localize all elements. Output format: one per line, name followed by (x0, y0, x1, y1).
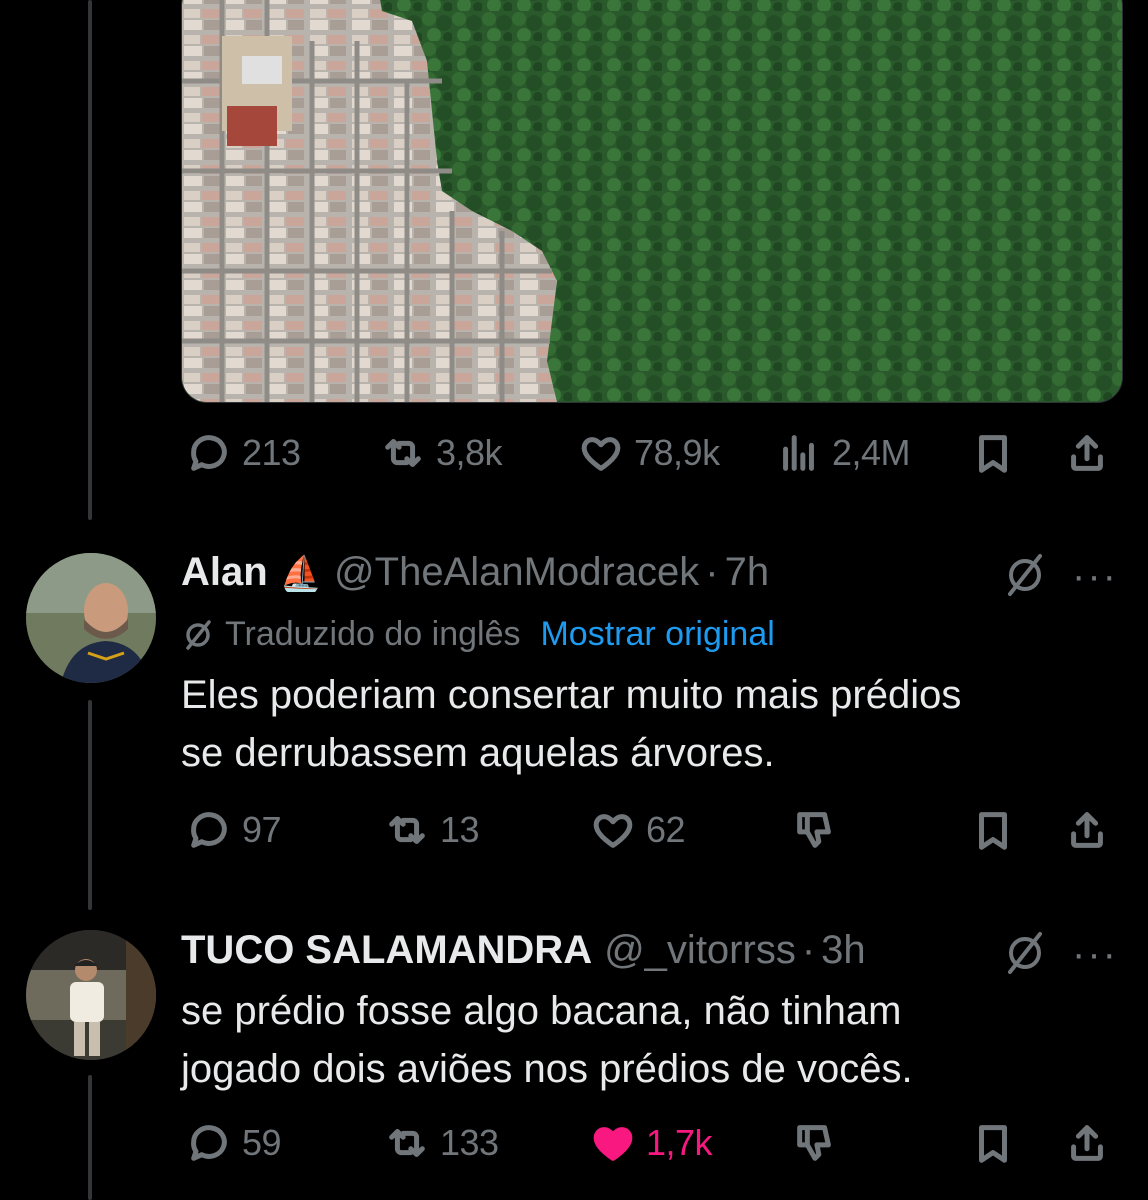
share-button[interactable] (1064, 428, 1110, 478)
post-time[interactable]: 7h (725, 550, 770, 595)
user-handle[interactable]: @_vitorrss (604, 928, 796, 973)
reply-bubble-icon (191, 812, 227, 848)
grok-slash-icon (1008, 554, 1042, 596)
repost-icon (385, 439, 421, 467)
post-actions: 97 13 62 (180, 805, 1120, 855)
like-count: 78,9k (634, 432, 720, 473)
thread-line (88, 0, 92, 520)
like-count: 1,7k (646, 1122, 713, 1163)
like-button[interactable]: 62 (590, 805, 686, 855)
grok-button[interactable] (1000, 928, 1050, 978)
post-header: TUCO SALAMANDRA @_vitorrss · 3h (181, 928, 866, 973)
repost-icon (389, 1129, 425, 1157)
post-actions: 59 133 1,7k (180, 1118, 1120, 1168)
avatar[interactable] (26, 930, 156, 1060)
bookmark-icon (979, 435, 1007, 473)
reply-bubble-icon (191, 1125, 227, 1161)
more-options-button[interactable]: ··· (1072, 556, 1118, 596)
sailboat-emoji: ⛵ (279, 555, 323, 593)
more-dots-icon: ··· (1072, 932, 1118, 976)
more-dots-icon: ··· (1072, 554, 1118, 598)
display-name[interactable]: Alan (181, 550, 268, 595)
grok-slash-icon (186, 619, 211, 650)
thread-line (88, 1075, 92, 1200)
share-icon (1071, 435, 1103, 471)
aerial-city-forest-image (182, 0, 1122, 402)
thread-line (88, 700, 92, 910)
heart-icon (593, 814, 633, 848)
post-header: Alan ⛵ @TheAlanModracek · 7h (181, 550, 769, 595)
repost-count: 3,8k (436, 432, 503, 473)
like-count: 62 (646, 809, 686, 850)
display-name[interactable]: TUCO SALAMANDRA (181, 928, 592, 973)
thumbs-down-icon (797, 812, 831, 848)
avatar[interactable] (26, 553, 156, 683)
reply-button[interactable]: 213 (186, 428, 301, 478)
views-chart-icon (783, 435, 814, 471)
reply-button[interactable]: 59 (186, 1118, 282, 1168)
translated-label: Traduzido do inglês (225, 615, 521, 653)
share-icon (1071, 1125, 1103, 1161)
reply-bubble-icon (191, 435, 227, 471)
repost-button[interactable]: 133 (384, 1118, 499, 1168)
avatar-photo-alan (26, 553, 156, 683)
show-original-link[interactable]: Mostrar original (540, 615, 774, 654)
repost-count: 133 (440, 1122, 499, 1163)
reply-button[interactable]: 97 (186, 805, 282, 855)
post-text: Eles poderiam consertar muito mais prédi… (181, 673, 962, 775)
like-button[interactable]: 78,9k (578, 428, 720, 478)
share-icon (1071, 812, 1103, 848)
bookmark-button[interactable] (970, 1118, 1016, 1168)
avatar-photo-tuco (26, 930, 156, 1060)
bookmark-icon (979, 812, 1007, 850)
user-handle[interactable]: @TheAlanModracek (334, 550, 699, 595)
bookmark-button[interactable] (970, 428, 1016, 478)
post-time[interactable]: 3h (821, 928, 866, 973)
repost-icon (389, 816, 425, 844)
post-text: se prédio fosse algo bacana, não tinham … (181, 989, 913, 1091)
more-options-button[interactable]: ··· (1072, 934, 1118, 974)
post-media-image[interactable] (181, 0, 1123, 403)
heart-icon (581, 437, 621, 471)
bookmark-button[interactable] (970, 805, 1016, 855)
like-button[interactable]: 1,7k (590, 1118, 713, 1168)
timeline: 213 3,8k 78,9k 2,4M Alan ⛵ @TheAlanModra… (0, 0, 1148, 1200)
grok-slash-icon (1008, 932, 1042, 974)
dislike-button[interactable] (792, 805, 838, 855)
repost-button[interactable]: 3,8k (380, 428, 503, 478)
translation-notice: Traduzido do inglês Mostrar original (181, 615, 775, 654)
separator-dot: · (705, 550, 719, 594)
grok-button[interactable] (1000, 550, 1050, 600)
share-button[interactable] (1064, 1118, 1110, 1168)
post-actions: 213 3,8k 78,9k 2,4M (180, 428, 1120, 478)
reply-count: 213 (242, 432, 301, 473)
repost-count: 13 (440, 809, 480, 850)
reply-count: 97 (242, 809, 282, 850)
dislike-button[interactable] (792, 1118, 838, 1168)
separator-dot: · (801, 928, 816, 972)
views-count: 2,4M (832, 432, 911, 473)
heart-icon (593, 1127, 633, 1161)
views-button[interactable]: 2,4M (776, 428, 911, 478)
repost-button[interactable]: 13 (384, 805, 480, 855)
bookmark-icon (979, 1125, 1007, 1163)
share-button[interactable] (1064, 805, 1110, 855)
reply-count: 59 (242, 1122, 282, 1163)
thumbs-down-icon (797, 1125, 831, 1161)
